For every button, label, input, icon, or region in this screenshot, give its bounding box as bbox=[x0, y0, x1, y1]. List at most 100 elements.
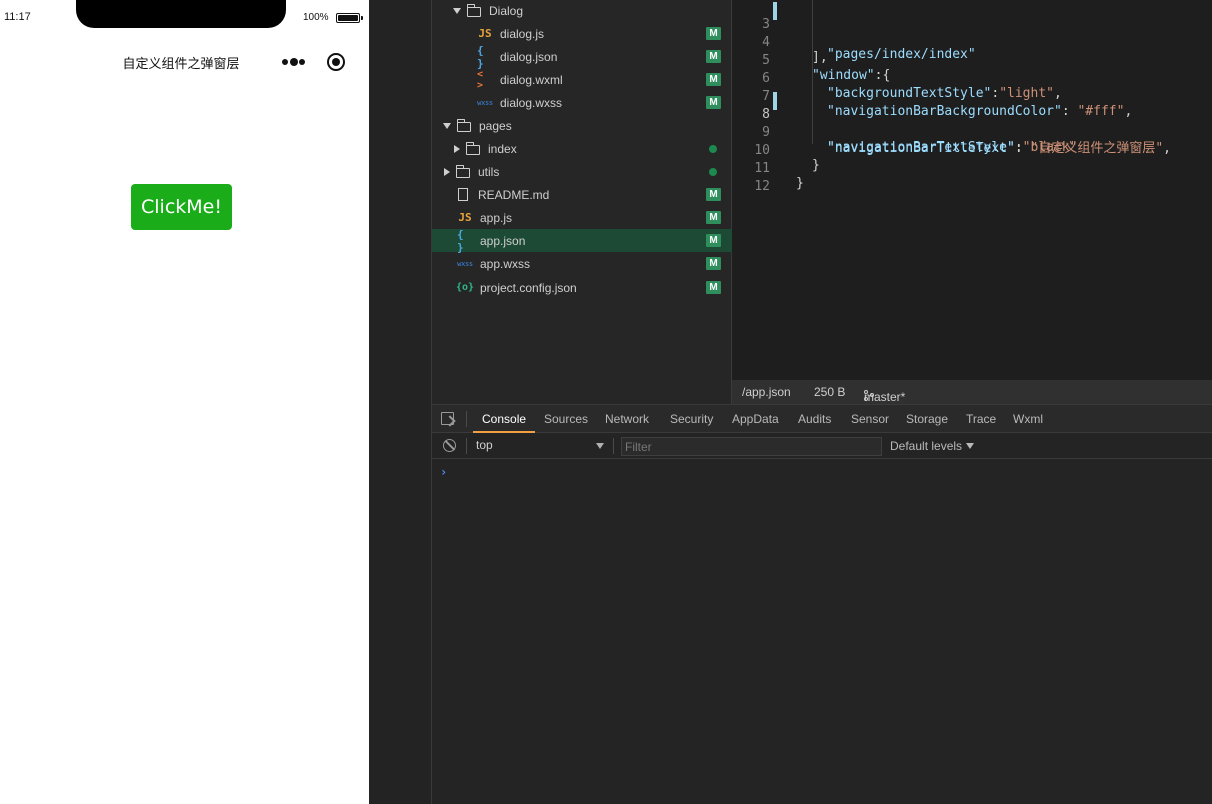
tree-item-label: dialog.json bbox=[500, 49, 558, 64]
tab-appdata[interactable]: AppData bbox=[732, 405, 779, 433]
modified-badge: M bbox=[706, 257, 721, 270]
js-file-icon: JS bbox=[478, 27, 492, 40]
tree-item-label: project.config.json bbox=[480, 280, 577, 295]
tree-file-dialog-wxml[interactable]: < > dialog.wxml M bbox=[432, 68, 732, 91]
tree-file-dialog-wxss[interactable]: wxss dialog.wxss M bbox=[432, 91, 732, 114]
folder-open-icon bbox=[466, 3, 481, 17]
modified-badge: M bbox=[706, 281, 721, 294]
code-line: 4 ], bbox=[732, 20, 1212, 65]
file-icon bbox=[458, 188, 468, 201]
battery-percent: 100% bbox=[303, 12, 329, 23]
filter-input[interactable] bbox=[621, 437, 882, 456]
dropdown-arrow-icon bbox=[596, 443, 604, 449]
chevron-down-icon bbox=[443, 122, 451, 129]
click-me-button[interactable]: ClickMe! bbox=[131, 184, 232, 230]
modified-badge: M bbox=[706, 27, 721, 40]
divider bbox=[466, 438, 467, 454]
page-title: 自定义组件之弹窗层 bbox=[122, 56, 240, 71]
code-line-active: 8 "navigationBarTitleText": "自定义组件之弹窗层", bbox=[732, 92, 1212, 156]
modified-badge: M bbox=[706, 188, 721, 201]
tree-file-dialog-js[interactable]: JS dialog.js M bbox=[432, 22, 732, 45]
modified-badge: M bbox=[706, 234, 721, 247]
config-file-icon: {o} bbox=[455, 282, 475, 293]
file-size: 250 B bbox=[814, 385, 846, 399]
changes-dot bbox=[709, 168, 717, 176]
modified-badge: M bbox=[706, 96, 721, 109]
tab-audits[interactable]: Audits bbox=[798, 405, 831, 433]
close-capsule-icon[interactable] bbox=[327, 53, 345, 71]
modified-badge: M bbox=[706, 211, 721, 224]
folder-open-icon bbox=[456, 118, 471, 132]
chevron-right-icon bbox=[454, 144, 460, 153]
console-toolbar: top Default levels bbox=[432, 433, 1212, 459]
status-time: 11:17 bbox=[4, 11, 31, 23]
tree-folder-dialog[interactable]: Dialog bbox=[432, 0, 732, 22]
code-line: 11 } bbox=[732, 146, 1212, 191]
context-select[interactable]: top bbox=[476, 438, 606, 454]
chevron-down-icon bbox=[453, 7, 461, 14]
more-menu-icon[interactable] bbox=[282, 58, 306, 66]
tree-item-label: dialog.wxss bbox=[500, 95, 563, 110]
tree-item-label: app.wxss bbox=[480, 256, 531, 271]
tree-item-label: utils bbox=[478, 164, 500, 179]
js-file-icon: JS bbox=[458, 211, 472, 224]
tab-security[interactable]: Security bbox=[670, 405, 713, 433]
tree-item-label: dialog.wxml bbox=[500, 72, 563, 87]
inspect-element-icon[interactable] bbox=[441, 412, 454, 425]
git-branch-label: master* bbox=[864, 390, 906, 404]
wxss-file-icon: wxss bbox=[457, 259, 473, 268]
tree-folder-utils[interactable]: utils bbox=[432, 160, 732, 183]
file-path: /app.json bbox=[742, 385, 791, 399]
editor-status-bar: /app.json 250 B master* bbox=[732, 380, 1212, 404]
code-line: 7 "navigationBarBackgroundColor": "#fff"… bbox=[732, 74, 1212, 119]
tree-file-app-js[interactable]: JS app.js M bbox=[432, 206, 732, 229]
tree-item-label: README.md bbox=[478, 187, 550, 202]
divider bbox=[466, 411, 467, 427]
tree-item-label: Dialog bbox=[489, 3, 524, 18]
tab-network[interactable]: Network bbox=[605, 405, 649, 433]
tab-storage[interactable]: Storage bbox=[906, 405, 948, 433]
devtools-window: 11:17 100% 自定义组件之弹窗层 ClickMe! Dialog JS … bbox=[0, 0, 1212, 804]
phone-notch bbox=[76, 0, 286, 28]
code-line: 12 bbox=[732, 164, 1212, 194]
changes-dot bbox=[709, 145, 717, 153]
tree-file-dialog-json[interactable]: { } dialog.json M bbox=[432, 43, 732, 70]
tree-item-label: index bbox=[488, 141, 517, 156]
tab-wxml[interactable]: Wxml bbox=[1013, 405, 1043, 433]
tree-file-project-config[interactable]: {o} project.config.json M bbox=[432, 276, 732, 299]
change-marker bbox=[773, 92, 777, 110]
code-line: 5 "window":{ bbox=[732, 38, 1212, 83]
tab-sensor[interactable]: Sensor bbox=[851, 405, 889, 433]
tab-console[interactable]: Console bbox=[473, 405, 536, 433]
tree-item-label: dialog.js bbox=[500, 26, 545, 41]
json-file-icon: { } bbox=[477, 43, 484, 70]
devtools-tabbar: Console Sources Network Security AppData… bbox=[432, 405, 1212, 433]
code-line: 3 "pages/index/index" bbox=[732, 2, 1212, 62]
phone-simulator: 11:17 100% 自定义组件之弹窗层 ClickMe! bbox=[0, 0, 369, 804]
line-number: 12 bbox=[754, 179, 770, 194]
chevron-right-icon bbox=[444, 167, 450, 176]
tree-item-label: app.js bbox=[480, 210, 513, 225]
change-marker bbox=[773, 2, 777, 20]
console-prompt-icon[interactable]: › bbox=[440, 465, 447, 479]
clear-console-icon[interactable] bbox=[443, 439, 456, 452]
code-editor[interactable]: 3 "pages/index/index" 4 ], 5 "window":{ … bbox=[732, 0, 1212, 380]
tree-file-app-wxss[interactable]: wxss app.wxss M bbox=[432, 252, 732, 275]
code-line: 9 "navigationBarTextStyle":"black" bbox=[732, 110, 1212, 155]
log-levels-dropdown[interactable]: Default levels bbox=[890, 439, 975, 453]
tab-trace[interactable]: Trace bbox=[966, 405, 996, 433]
code-line: 10 } bbox=[732, 128, 1212, 173]
tree-file-readme[interactable]: README.md M bbox=[432, 183, 732, 206]
tree-folder-pages[interactable]: pages bbox=[432, 114, 732, 137]
modified-badge: M bbox=[706, 50, 721, 63]
file-explorer: Dialog JS dialog.js M { } dialog.json M … bbox=[432, 0, 732, 404]
tab-sources[interactable]: Sources bbox=[544, 405, 588, 433]
wxss-file-icon: wxss bbox=[477, 98, 493, 107]
tree-item-label: app.json bbox=[480, 233, 526, 248]
json-file-icon: { } bbox=[457, 227, 464, 254]
wxml-file-icon: < > bbox=[477, 68, 484, 91]
divider bbox=[613, 438, 614, 454]
log-levels-label: Default levels bbox=[890, 439, 963, 453]
tree-file-app-json[interactable]: { } app.json M bbox=[432, 227, 732, 254]
tree-folder-index[interactable]: index bbox=[432, 137, 732, 160]
